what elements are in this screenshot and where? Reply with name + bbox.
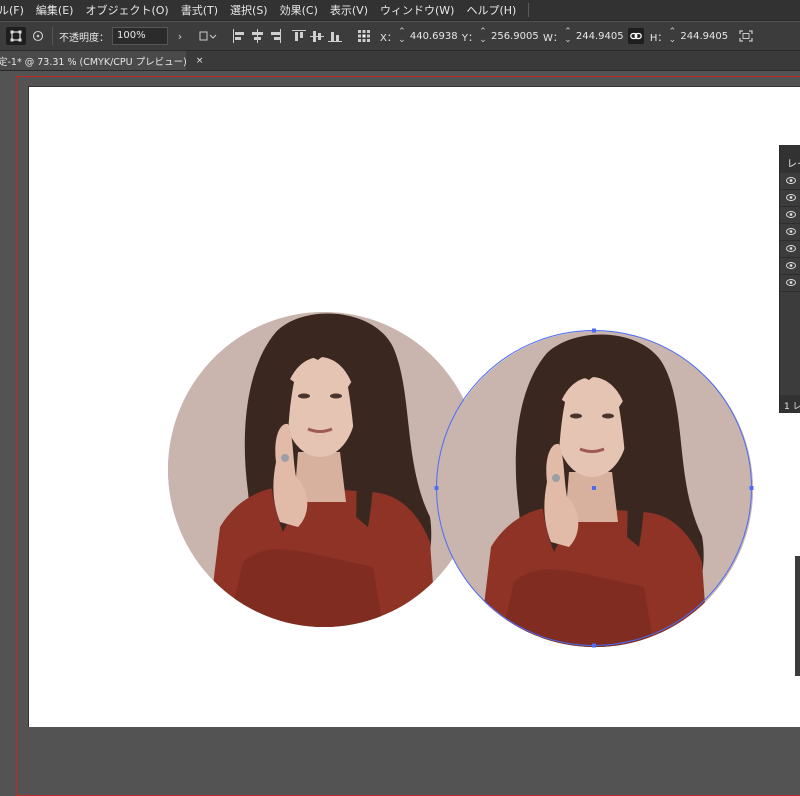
menu-effect[interactable]: 効果(C) [274,2,324,18]
isolate-icon[interactable] [738,27,754,45]
link-proportions-icon[interactable] [627,28,644,44]
h-label: H： [649,32,668,44]
photo-circle-right[interactable] [437,331,753,647]
h-field[interactable]: 244.9405 [680,31,728,42]
align-right-icon[interactable] [268,29,282,43]
eye-icon[interactable] [786,211,796,218]
artboard[interactable] [28,86,800,727]
layers-panel: レイ 1 レ [779,145,800,413]
stepper-icon[interactable]: ⌃ ⌄ [478,28,488,45]
menu-object[interactable]: オブジェクト(O) [79,2,174,18]
photo-circle-left[interactable] [168,312,480,627]
menu-edit[interactable]: 編集(E) [30,2,80,18]
align-center-icon[interactable] [250,29,264,43]
menu-bar: ル(F) 編集(E) オブジェクト(O) 書式(T) 選択(S) 効果(C) 表… [0,0,800,21]
portrait-image [168,312,480,627]
w-label: W： [542,32,563,44]
close-icon[interactable]: × [196,56,204,66]
x-field[interactable]: 440.6938 [410,31,458,42]
align-left-icon[interactable] [232,29,246,43]
menu-help[interactable]: ヘルプ(H) [460,2,522,18]
document-tab[interactable]: 定-1* @ 73.31 % (CMYK/CPU プレビュー) × [0,51,203,70]
menu-file[interactable]: ル(F) [0,2,30,18]
x-label: X： [380,32,397,44]
transform-icon[interactable] [6,27,26,45]
opacity-label: 不透明度： [59,32,109,44]
y-label: Y： [461,32,478,44]
align-bottom-icon[interactable] [328,29,342,43]
chevron-right-icon[interactable]: › [172,27,188,45]
toolbar-divider [52,27,53,45]
y-field[interactable]: 256.9005 [491,31,539,42]
stepper-icon[interactable]: ⌃ ⌄ [397,28,407,45]
eye-icon[interactable] [786,262,796,269]
eye-icon[interactable] [786,228,796,235]
layer-row[interactable] [780,258,800,275]
layer-row[interactable] [780,224,800,241]
layers-panel-title[interactable]: レイ [780,145,800,173]
menu-window[interactable]: ウィンドウ(W) [374,2,460,18]
document-tab-title: 定-1* @ 73.31 % (CMYK/CPU プレビュー) [0,56,187,68]
shape-options-icon[interactable] [198,27,218,45]
eye-icon[interactable] [786,279,796,286]
layers-count-label: 1 レ [780,395,800,413]
control-bar: 不透明度： 100% › X： ⌃ ⌄ 440.6938 Y： ⌃ ⌄ 256.90… [0,22,800,51]
stepper-icon[interactable]: ⌃ ⌄ [563,28,573,45]
menu-select[interactable]: 選択(S) [224,2,274,18]
menu-separator [528,3,530,17]
menu-type[interactable]: 書式(T) [175,2,224,18]
document-tab-bar: 定-1* @ 73.31 % (CMYK/CPU プレビュー) × [0,51,800,71]
layer-row[interactable] [780,190,800,207]
align-top-icon[interactable] [292,29,306,43]
eye-icon[interactable] [786,245,796,252]
side-panel-edge [795,556,800,676]
eye-icon[interactable] [786,177,796,184]
portrait-image [437,331,753,647]
layer-row[interactable] [780,275,800,292]
menu-view[interactable]: 表示(V) [324,2,374,18]
w-field[interactable]: 244.9405 [576,31,624,42]
stepper-icon[interactable]: ⌃ ⌄ [667,28,677,45]
recolor-icon[interactable] [30,27,46,45]
layer-row[interactable] [780,173,800,190]
layer-row[interactable] [780,207,800,224]
layer-row[interactable] [780,241,800,258]
opacity-field[interactable]: 100% [112,27,168,45]
eye-icon[interactable] [786,194,796,201]
align-middle-icon[interactable] [310,29,324,43]
reference-point-icon[interactable] [356,27,372,45]
